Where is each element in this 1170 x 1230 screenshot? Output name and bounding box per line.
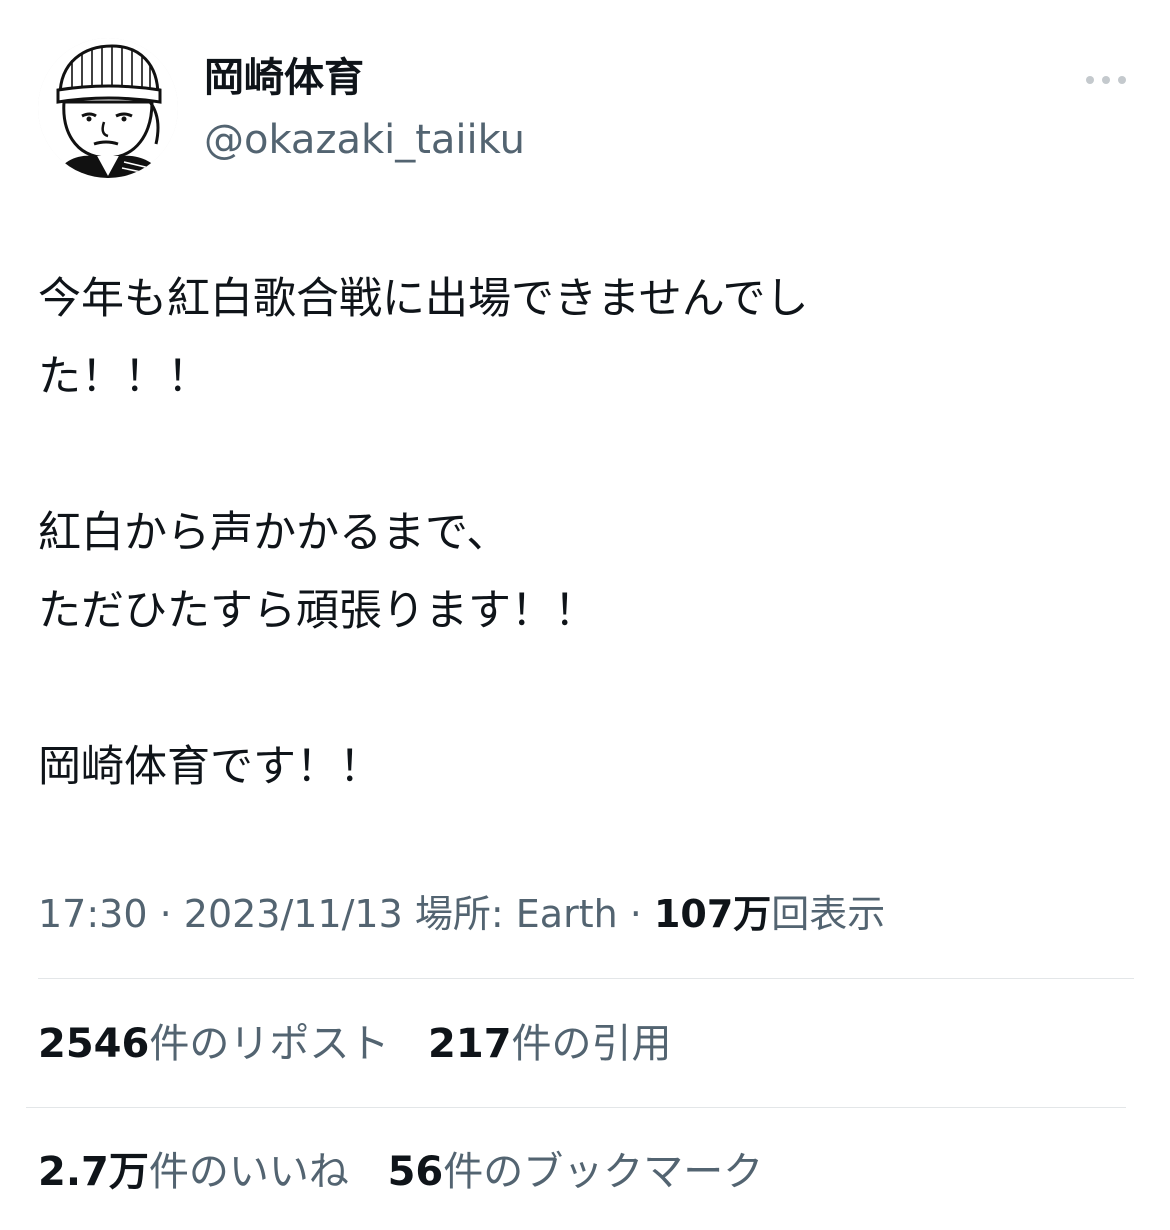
likes-stat[interactable]: 2.7万件のいいね (38, 1149, 349, 1195)
bookmarks-label: 件のブックマーク (443, 1149, 764, 1195)
illustrated-portrait-icon (38, 38, 178, 178)
avatar[interactable] (38, 38, 178, 178)
more-horizontal-icon (1086, 76, 1126, 84)
tweet-line: 今年も紅白歌合戦に出場できませんでし (38, 274, 809, 324)
stats-row-reposts: 2546件のリポスト 217件の引用 (38, 1016, 698, 1072)
tweet-line: ただひたすら頑張ります！！ (38, 586, 597, 636)
tweet-text: 今年も紅白歌合戦に出場できませんでし た！！！ 紅白から声かかるまで、 ただひた… (38, 260, 1138, 806)
quotes-count: 217 (428, 1021, 512, 1067)
tweet-line: 岡崎体育です！！ (38, 742, 382, 792)
tweet-line: た！！！ (38, 352, 210, 402)
location-prefix: 場所: (414, 892, 516, 936)
tweet-line (38, 416, 1138, 494)
quotes-label: 件の引用 (511, 1021, 672, 1067)
bookmarks-stat[interactable]: 56件のブックマーク (388, 1149, 764, 1195)
reposts-stat[interactable]: 2546件のリポスト (38, 1021, 389, 1067)
views-count: 107万 (653, 892, 772, 936)
reposts-label: 件のリポスト (149, 1021, 390, 1067)
tweet-time[interactable]: 17:30 (38, 892, 148, 936)
quotes-stat[interactable]: 217件の引用 (428, 1021, 672, 1067)
likes-count: 2.7万 (38, 1149, 149, 1195)
tweet-meta: 17:30 · 2023/11/13 場所: Earth · 107万回表示 (38, 886, 885, 942)
display-name[interactable]: 岡崎体育 (204, 52, 364, 104)
bookmarks-count: 56 (387, 1149, 444, 1195)
divider (38, 978, 1134, 979)
likes-label: 件のいいね (148, 1149, 349, 1195)
tweet-date[interactable]: 2023/11/13 (184, 892, 403, 936)
stats-row-likes: 2.7万件のいいね 56件のブックマーク (38, 1144, 789, 1200)
meta-separator: · (147, 892, 184, 936)
tweet-line (38, 650, 1138, 728)
divider (26, 1107, 1126, 1108)
location-link[interactable]: Earth (516, 892, 618, 936)
user-handle[interactable]: @okazaki_taiiku (204, 114, 525, 166)
meta-separator: · (617, 892, 654, 936)
reposts-count: 2546 (38, 1021, 150, 1067)
views-label: 回表示 (771, 892, 886, 936)
tweet-line: 紅白から声かかるまで、 (38, 508, 510, 558)
more-options-button[interactable] (1082, 60, 1130, 100)
